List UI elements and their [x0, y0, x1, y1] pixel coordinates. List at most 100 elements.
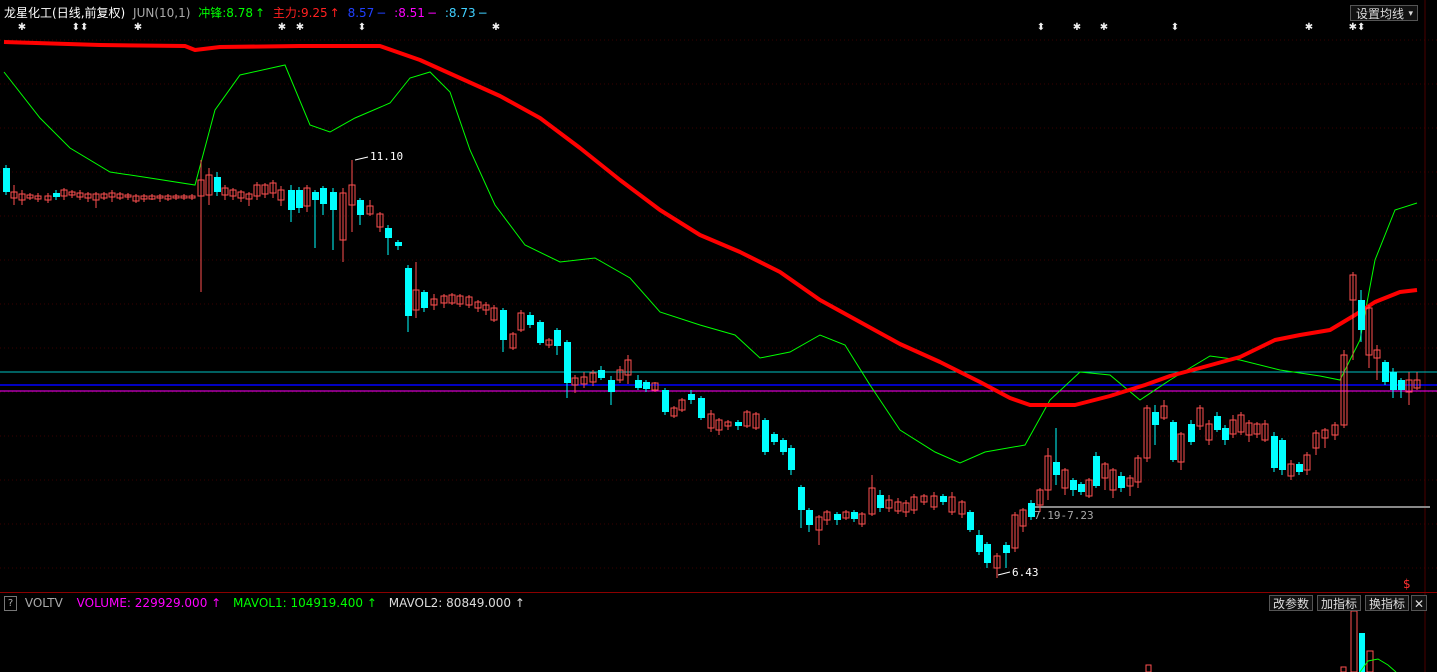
candle-body [662, 390, 669, 412]
candle-body [214, 177, 221, 192]
candle-body [762, 420, 769, 452]
mavol2-arrow: ↑ [514, 596, 525, 610]
signal-marker-icon: ⬍⬍ [72, 22, 89, 33]
red-moving-average [3, 40, 1418, 407]
v3-arrow: − [376, 6, 387, 20]
ma-settings-label: 设置均线 [1356, 7, 1405, 21]
volume-arrow: ↑ [211, 596, 222, 610]
candle-body [1093, 456, 1100, 486]
candle-body [806, 510, 813, 525]
chongfeng-arrow: ↑ [255, 6, 266, 20]
candle-body [527, 315, 534, 325]
volume-header: ? VOLTV VOLUME: 229929.000 ↑ MAVOL1: 104… [4, 595, 525, 611]
candle-body [798, 487, 805, 510]
signal-marker-icon: ✱ [1073, 22, 1081, 33]
candle-body [1070, 480, 1077, 490]
volume-value: 229929.000 [134, 596, 208, 610]
mavol1-value: 104919.400 [290, 596, 364, 610]
candle-body [688, 394, 695, 400]
signal-marker-icon: ✱⬍ [1349, 22, 1366, 33]
candle-body [1296, 464, 1303, 472]
candle-body [1053, 462, 1060, 475]
candle-body [312, 192, 319, 200]
candle-body [1222, 428, 1229, 440]
zhuli-label: 主力: [272, 6, 301, 20]
candle-body [1382, 362, 1389, 382]
volume-bar [1145, 664, 1152, 672]
candle-body [1390, 372, 1397, 390]
high-price-label: 11.10 [370, 150, 403, 163]
signal-marker-icon: ✱ [492, 22, 500, 33]
candle-body [940, 496, 947, 502]
candle-body [1078, 484, 1085, 492]
signal-marker-icon: ✱ [1305, 22, 1313, 33]
mavol1-line [1359, 658, 1397, 672]
signal-marker-icon: ✱ [296, 22, 304, 33]
candle-body [877, 495, 884, 508]
candle-body [1214, 416, 1221, 430]
candle-body [288, 190, 295, 210]
v4-value: 8.51 [398, 6, 425, 20]
mavol2-label: MAVOL2: [388, 596, 443, 610]
v5-value: 8.73 [448, 6, 476, 20]
v3-value: 8.57 [347, 6, 375, 20]
close-icon[interactable]: ✕ [1411, 595, 1427, 611]
candle-body [395, 242, 402, 246]
low-price-label: 6.43 [1012, 566, 1039, 579]
zhuli-value: 9.25 [300, 6, 328, 20]
candle-body [1170, 422, 1177, 460]
candle-body [1271, 436, 1278, 468]
volume-bar [1350, 610, 1358, 672]
volume-panel[interactable]: ? VOLTV VOLUME: 229929.000 ↑ MAVOL1: 104… [0, 593, 1437, 672]
zhuli-arrow: ↑ [329, 6, 340, 20]
volume-indicator-name: VOLTV [24, 596, 63, 610]
low-pointer [997, 571, 1011, 576]
candle-body [967, 512, 974, 530]
candle-body [1279, 440, 1286, 470]
candle-body [984, 544, 991, 563]
candle-body [1358, 300, 1365, 330]
candle-body [698, 398, 705, 418]
candle-body [53, 193, 60, 197]
mavol1-label: MAVOL1: [233, 596, 287, 610]
candle-body [598, 370, 605, 378]
volume-bar [1340, 666, 1347, 672]
candle-body [1188, 424, 1195, 442]
high-pointer [354, 156, 369, 161]
candle-body [385, 228, 392, 238]
mavol2-value: 80849.000 [446, 596, 512, 610]
candle-body [3, 168, 10, 192]
candle-body [330, 192, 337, 210]
candle-body [1152, 412, 1159, 425]
signal-marker-icon: ✱ [18, 22, 26, 33]
ma-settings-button[interactable]: 设置均线 ▾ [1350, 5, 1418, 21]
indicator-name: JUN(10,1) [133, 6, 191, 20]
candle-body [771, 434, 778, 442]
kline-chart[interactable]: ✱ ⬍⬍ ✱ ✱ ✱ ⬍ ✱ ⬍ ✱ ✱ ⬍ ✱ ✱⬍11.106.437.19-7.23$ [0, 0, 1437, 592]
help-icon[interactable]: ? [4, 596, 17, 611]
v4-arrow: − [426, 6, 437, 20]
candle-body [537, 322, 544, 343]
candle-body [735, 422, 742, 426]
candle-body [421, 292, 428, 308]
add-indicator-button[interactable]: 加指标 [1317, 595, 1362, 611]
candle-body [1398, 380, 1405, 390]
candle-body [296, 190, 303, 208]
v5-arrow: − [477, 6, 488, 20]
candle-body [851, 512, 858, 519]
candle-body [834, 514, 841, 520]
range-label: 7.19-7.23 [1034, 509, 1094, 522]
candle-body [564, 342, 571, 383]
kline-chart-panel[interactable]: ✱ ⬍⬍ ✱ ✱ ✱ ⬍ ✱ ⬍ ✱ ✱ ⬍ ✱ ✱⬍ 11.10 6.43 7.19-7.23 $ 龙星化工(… [0, 0, 1437, 592]
dollar-marker-icon: $ [1403, 577, 1411, 591]
candle-body [500, 310, 507, 340]
signal-marker-icon: ✱ [134, 22, 142, 33]
candle-body [357, 200, 364, 215]
candle-body [1003, 545, 1010, 553]
change-params-button[interactable]: 改参数 [1269, 595, 1314, 611]
switch-indicator-button[interactable]: 换指标 [1365, 595, 1410, 611]
stock-name: 龙星化工 [4, 6, 53, 20]
chart-header: 龙星化工(日线,前复权) JUN(10,1) 冲锋:8.78 ↑ 主力:9.25 ↑… [4, 5, 492, 21]
volume-label: VOLUME: [76, 596, 131, 610]
candle-body [608, 380, 615, 392]
